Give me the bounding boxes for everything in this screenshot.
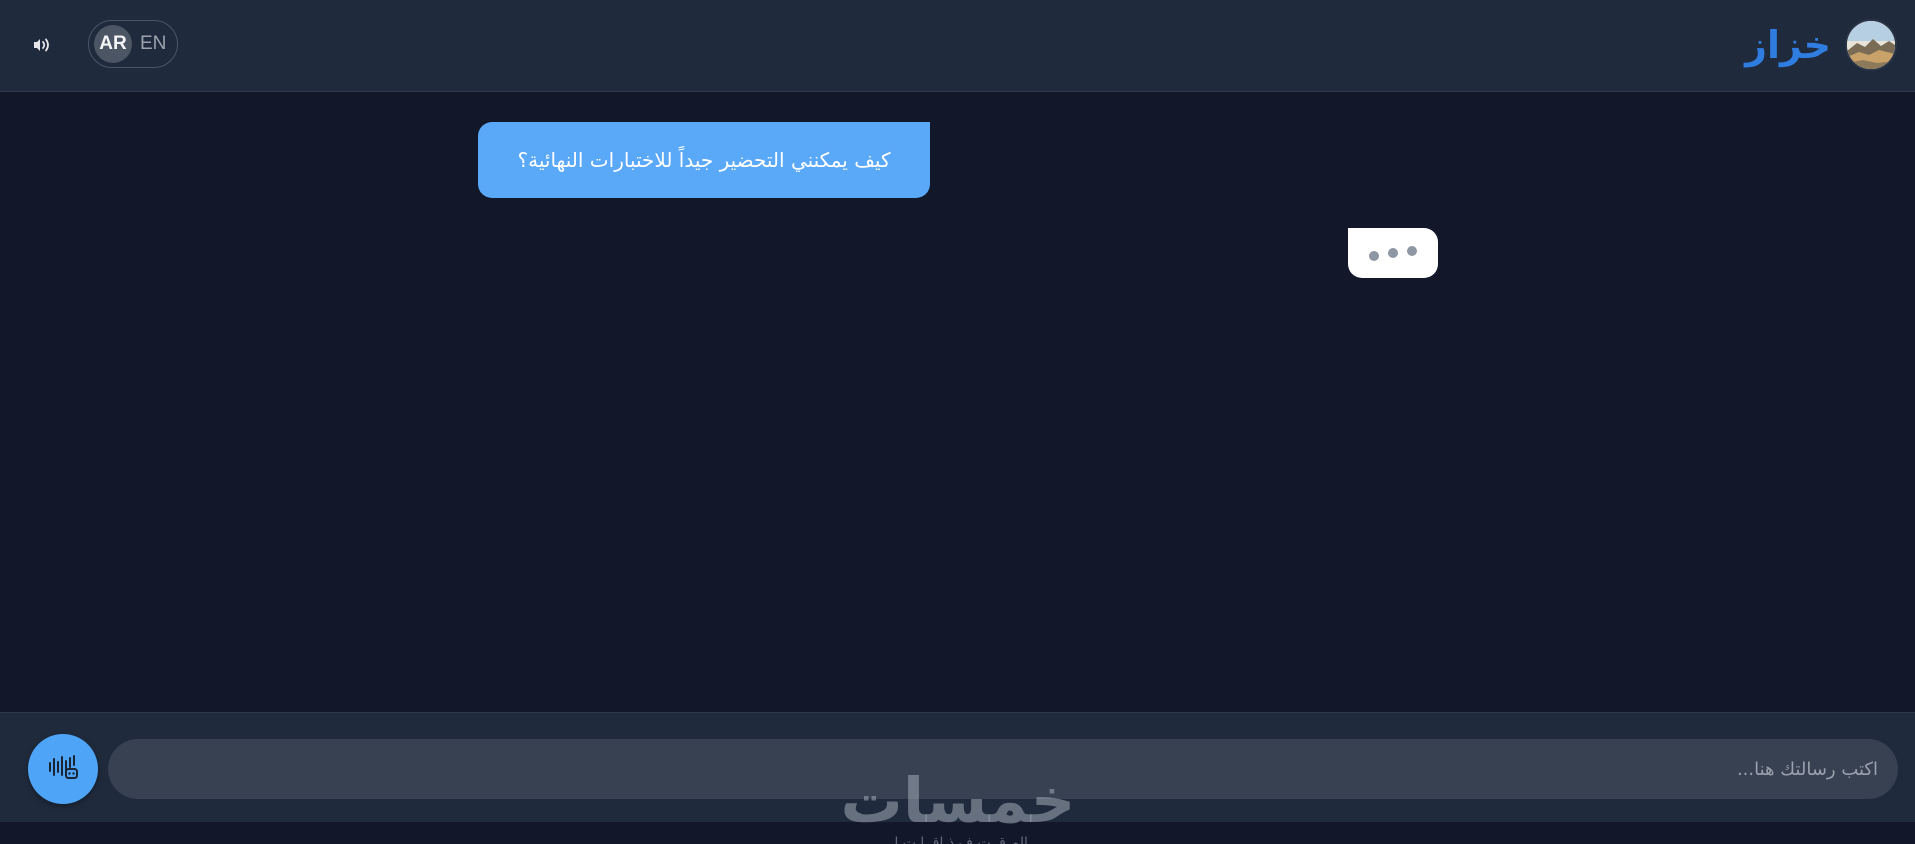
typing-dot xyxy=(1369,251,1379,261)
language-switcher[interactable]: AR EN xyxy=(88,20,178,68)
top-header: خزاز AR EN xyxy=(0,0,1915,92)
bottom-strip xyxy=(0,822,1915,844)
language-option-ar[interactable]: AR xyxy=(94,25,132,63)
message-input[interactable] xyxy=(108,739,1898,799)
speaker-waves-icon xyxy=(28,38,58,62)
sound-toggle-button[interactable] xyxy=(28,32,58,58)
typing-dot xyxy=(1407,246,1417,256)
user-message-text: كيف يمكنني التحضير جيداً للاختبارات النه… xyxy=(517,148,891,172)
user-message-bubble: كيف يمكنني التحضير جيداً للاختبارات النه… xyxy=(478,122,930,198)
chat-page: خزاز AR EN كيف يمكنني التحضير جيداً للاخ… xyxy=(0,0,1915,844)
voice-input-button[interactable] xyxy=(28,734,98,804)
voice-waveform-icon xyxy=(45,752,81,786)
typing-dot xyxy=(1388,248,1398,258)
brand[interactable]: خزاز xyxy=(1745,19,1897,71)
typing-indicator xyxy=(1348,228,1438,278)
language-option-en[interactable]: EN xyxy=(140,33,166,55)
brand-avatar xyxy=(1845,19,1897,71)
app-title: خزاز xyxy=(1745,23,1831,67)
